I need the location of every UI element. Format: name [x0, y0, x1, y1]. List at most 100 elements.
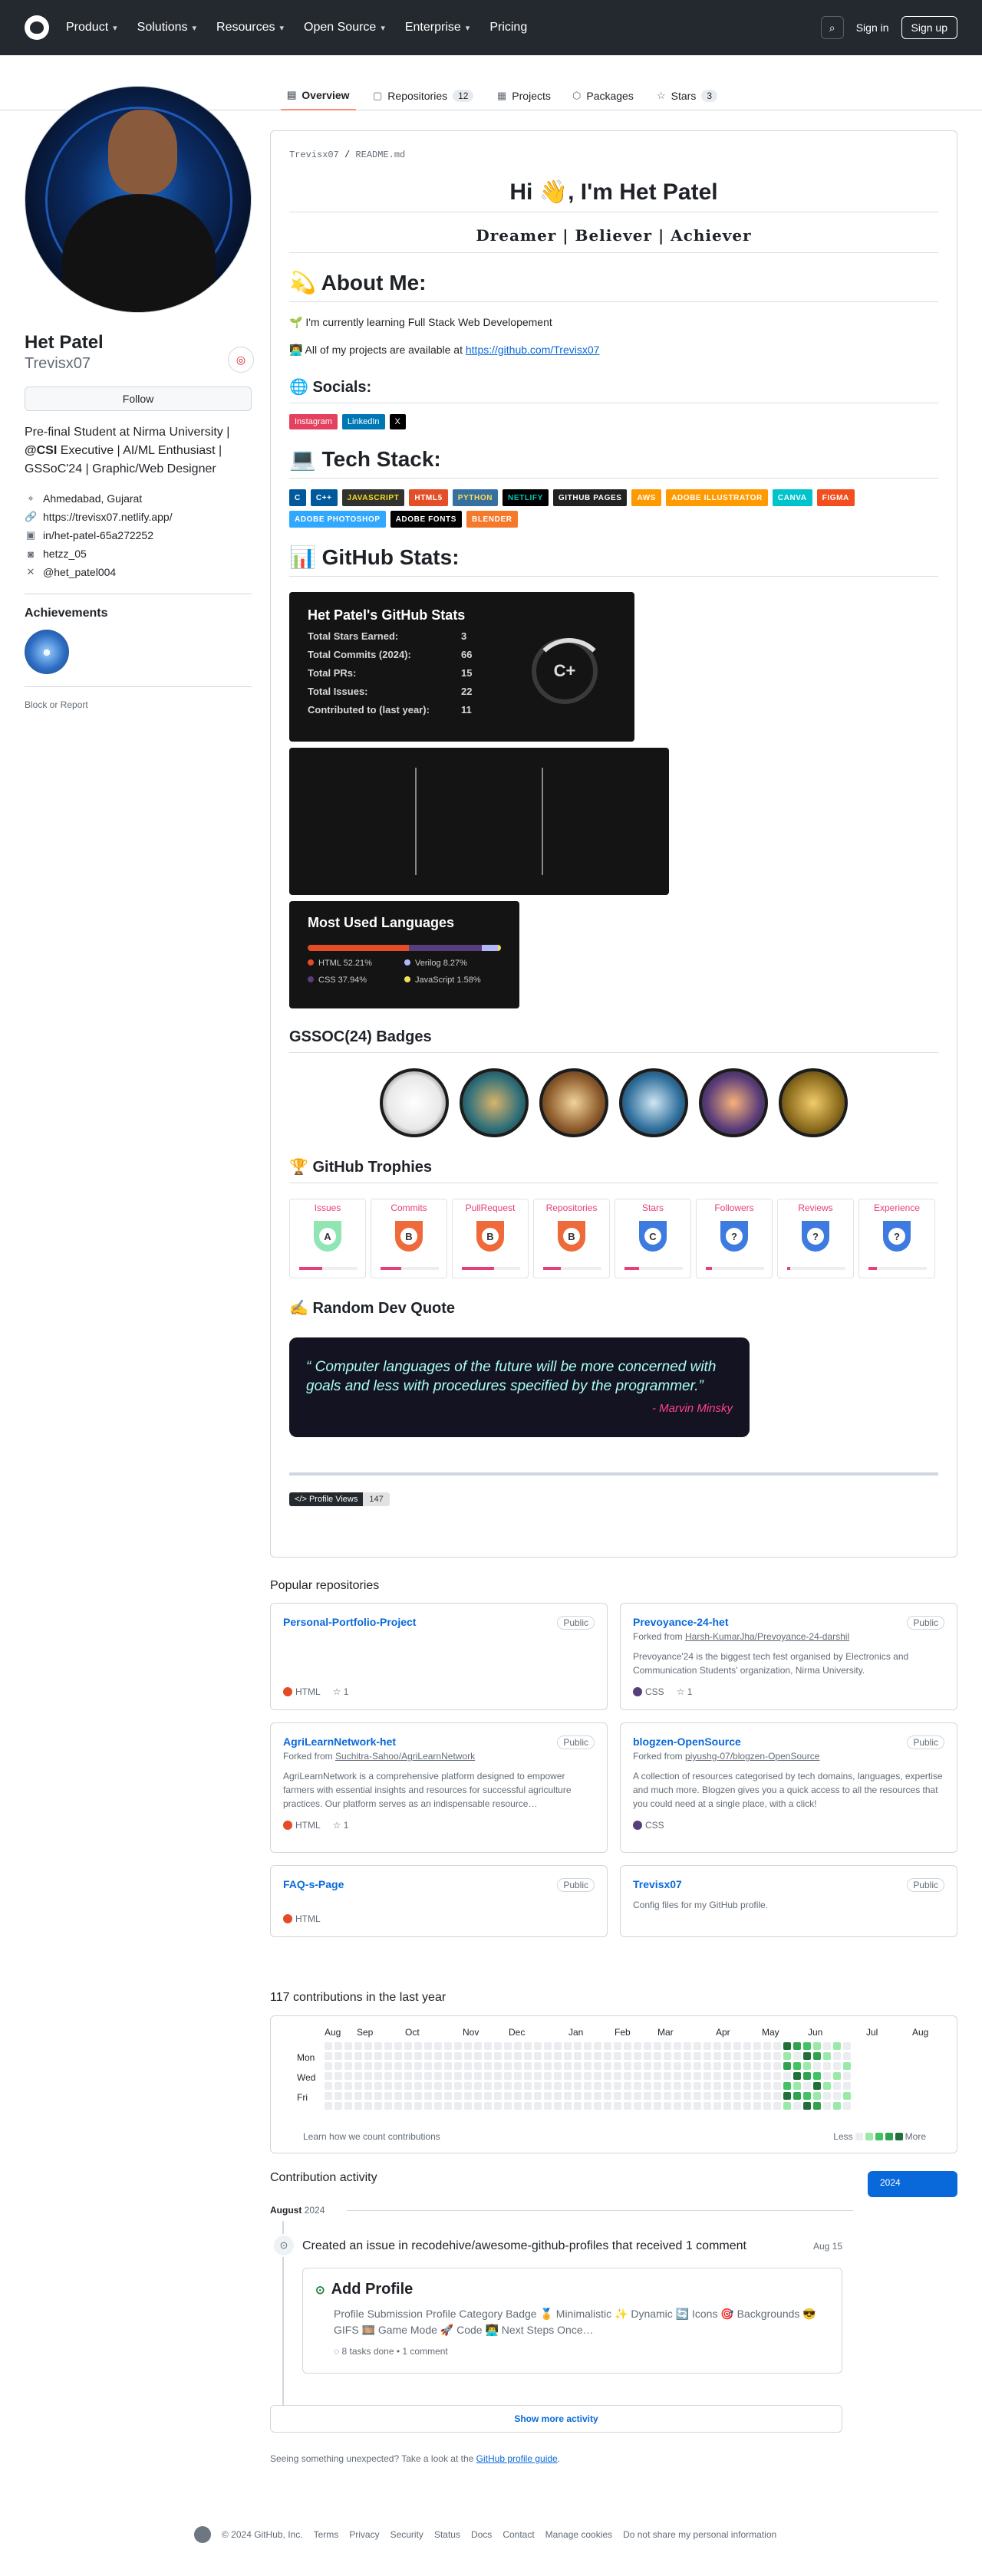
- achievement-badge-icon[interactable]: ☻: [25, 630, 69, 674]
- contribution-day[interactable]: [793, 2092, 801, 2100]
- tab-stars[interactable]: ☆ Stars 3: [651, 81, 723, 110]
- contribution-day[interactable]: [494, 2042, 502, 2050]
- contribution-day[interactable]: [654, 2072, 661, 2080]
- contribution-day[interactable]: [364, 2062, 372, 2070]
- contribution-day[interactable]: [374, 2092, 382, 2100]
- repo-stars[interactable]: ☆ 1: [677, 1686, 693, 1697]
- contribution-day[interactable]: [644, 2042, 651, 2050]
- contribution-day[interactable]: [484, 2052, 492, 2060]
- contribution-day[interactable]: [334, 2042, 342, 2050]
- contribution-day[interactable]: [484, 2102, 492, 2110]
- contribution-day[interactable]: [843, 2072, 851, 2080]
- contribution-day[interactable]: [504, 2042, 512, 2050]
- contribution-day[interactable]: [773, 2102, 781, 2110]
- contribution-day[interactable]: [514, 2042, 522, 2050]
- contribution-day[interactable]: [325, 2062, 332, 2070]
- contribution-day[interactable]: [374, 2102, 382, 2110]
- contribution-day[interactable]: [654, 2042, 661, 2050]
- contribution-day[interactable]: [704, 2052, 711, 2060]
- contribution-day[interactable]: [654, 2062, 661, 2070]
- contribution-day[interactable]: [584, 2042, 592, 2050]
- contribution-day[interactable]: [674, 2052, 681, 2060]
- contribution-day[interactable]: [833, 2082, 841, 2090]
- contribution-day[interactable]: [654, 2092, 661, 2100]
- achievements-heading[interactable]: Achievements: [25, 607, 252, 620]
- contribution-day[interactable]: [584, 2102, 592, 2110]
- contribution-day[interactable]: [594, 2072, 601, 2080]
- website-link[interactable]: https://trevisx07.netlify.app/: [43, 511, 173, 523]
- contribution-day[interactable]: [743, 2092, 751, 2100]
- contribution-day[interactable]: [604, 2082, 611, 2090]
- contribution-day[interactable]: [554, 2082, 562, 2090]
- contribution-day[interactable]: [584, 2062, 592, 2070]
- contribution-day[interactable]: [544, 2062, 552, 2070]
- contribution-day[interactable]: [414, 2082, 422, 2090]
- contribution-day[interactable]: [813, 2102, 821, 2110]
- contribution-day[interactable]: [534, 2072, 542, 2080]
- contribution-day[interactable]: [494, 2082, 502, 2090]
- contribution-day[interactable]: [823, 2052, 831, 2060]
- contribution-day[interactable]: [424, 2072, 432, 2080]
- contribution-day[interactable]: [614, 2092, 621, 2100]
- sign-in-link[interactable]: Sign in: [856, 21, 889, 34]
- contribution-day[interactable]: [684, 2082, 691, 2090]
- contribution-day[interactable]: [494, 2052, 502, 2060]
- contribution-day[interactable]: [514, 2072, 522, 2080]
- contribution-day[interactable]: [514, 2052, 522, 2060]
- contribution-day[interactable]: [554, 2102, 562, 2110]
- contribution-day[interactable]: [614, 2102, 621, 2110]
- contribution-day[interactable]: [723, 2052, 731, 2060]
- learn-contributions-link[interactable]: Learn how we count contributions: [303, 2131, 440, 2142]
- contribution-day[interactable]: [374, 2052, 382, 2060]
- contribution-day[interactable]: [624, 2082, 631, 2090]
- contribution-day[interactable]: [743, 2082, 751, 2090]
- contribution-day[interactable]: [414, 2102, 422, 2110]
- contribution-day[interactable]: [414, 2062, 422, 2070]
- contribution-day[interactable]: [733, 2092, 741, 2100]
- contribution-day[interactable]: [823, 2102, 831, 2110]
- contribution-day[interactable]: [384, 2092, 392, 2100]
- contribution-day[interactable]: [723, 2062, 731, 2070]
- contribution-day[interactable]: [704, 2082, 711, 2090]
- contribution-day[interactable]: [394, 2052, 402, 2060]
- contribution-day[interactable]: [694, 2082, 701, 2090]
- contribution-day[interactable]: [574, 2082, 582, 2090]
- contribution-day[interactable]: [434, 2072, 442, 2080]
- event-text[interactable]: Created an issue in recodehive/awesome-g…: [302, 2239, 746, 2252]
- footer-link-do-not-share[interactable]: Do not share my personal information: [623, 2529, 776, 2540]
- contribution-day[interactable]: [783, 2072, 791, 2080]
- contribution-day[interactable]: [694, 2052, 701, 2060]
- contribution-day[interactable]: [524, 2062, 532, 2070]
- contribution-day[interactable]: [644, 2072, 651, 2080]
- contribution-day[interactable]: [534, 2052, 542, 2060]
- status-emoji-icon[interactable]: ◎: [228, 347, 254, 373]
- contribution-day[interactable]: [374, 2042, 382, 2050]
- contribution-day[interactable]: [424, 2102, 432, 2110]
- contribution-day[interactable]: [793, 2082, 801, 2090]
- repo-name-link[interactable]: blogzen-OpenSource: [633, 1735, 944, 1748]
- contribution-day[interactable]: [325, 2052, 332, 2060]
- contribution-day[interactable]: [584, 2092, 592, 2100]
- contribution-day[interactable]: [534, 2102, 542, 2110]
- contribution-day[interactable]: [444, 2062, 452, 2070]
- contribution-day[interactable]: [753, 2072, 761, 2080]
- contribution-day[interactable]: [574, 2102, 582, 2110]
- contribution-day[interactable]: [514, 2102, 522, 2110]
- contribution-day[interactable]: [444, 2082, 452, 2090]
- contribution-day[interactable]: [504, 2102, 512, 2110]
- contribution-day[interactable]: [444, 2092, 452, 2100]
- contribution-day[interactable]: [504, 2092, 512, 2100]
- avatar[interactable]: [25, 86, 252, 313]
- contribution-day[interactable]: [334, 2092, 342, 2100]
- contribution-day[interactable]: [454, 2072, 462, 2080]
- contribution-day[interactable]: [344, 2102, 352, 2110]
- contribution-day[interactable]: [454, 2092, 462, 2100]
- footer-link-status[interactable]: Status: [434, 2529, 460, 2540]
- contribution-day[interactable]: [574, 2052, 582, 2060]
- repo-stars[interactable]: ☆ 1: [333, 1820, 349, 1831]
- contribution-day[interactable]: [374, 2062, 382, 2070]
- contribution-day[interactable]: [833, 2062, 841, 2070]
- github-logo-icon[interactable]: [25, 15, 49, 40]
- contribution-day[interactable]: [753, 2052, 761, 2060]
- contribution-day[interactable]: [464, 2062, 472, 2070]
